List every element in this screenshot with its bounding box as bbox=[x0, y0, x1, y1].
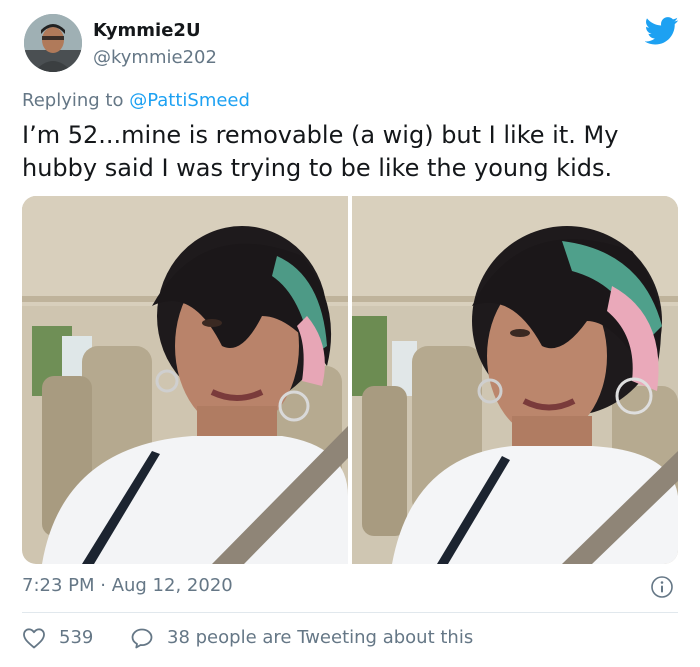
avatar[interactable] bbox=[24, 14, 82, 72]
media-grid bbox=[22, 196, 678, 564]
tweet-text-line: hubby said I was trying to be like the y… bbox=[22, 154, 613, 182]
like-count[interactable]: 539 bbox=[59, 627, 93, 648]
reply-mention-link[interactable]: @PattiSmeed bbox=[129, 90, 250, 111]
twitter-bird-icon[interactable] bbox=[645, 17, 679, 45]
heart-icon[interactable] bbox=[22, 627, 46, 649]
tweeting-about-link[interactable]: 38 people are Tweeting about this bbox=[167, 627, 473, 648]
replying-to-label: Replying to bbox=[22, 90, 130, 111]
tweet-card: Kymmie2U @kymmie202 Replying to @PattiSm… bbox=[0, 0, 700, 667]
divider bbox=[22, 612, 678, 613]
avatar-image bbox=[24, 14, 82, 72]
display-name[interactable]: Kymmie2U bbox=[93, 20, 201, 41]
tweet-text-line: I’m 52...mine is removable (a wig) but I… bbox=[22, 121, 619, 149]
selfie-photo-1 bbox=[22, 196, 348, 564]
tweet-text: I’m 52...mine is removable (a wig) but I… bbox=[22, 119, 682, 185]
user-handle[interactable]: @kymmie202 bbox=[93, 47, 217, 68]
photo-1[interactable] bbox=[22, 196, 348, 564]
speech-bubble-icon[interactable] bbox=[130, 627, 154, 649]
selfie-photo-2 bbox=[352, 196, 678, 564]
tweet-timestamp[interactable]: 7:23 PM · Aug 12, 2020 bbox=[22, 575, 233, 596]
photo-2[interactable] bbox=[352, 196, 678, 564]
info-icon[interactable] bbox=[650, 575, 674, 599]
replying-to: Replying to @PattiSmeed bbox=[22, 90, 250, 111]
